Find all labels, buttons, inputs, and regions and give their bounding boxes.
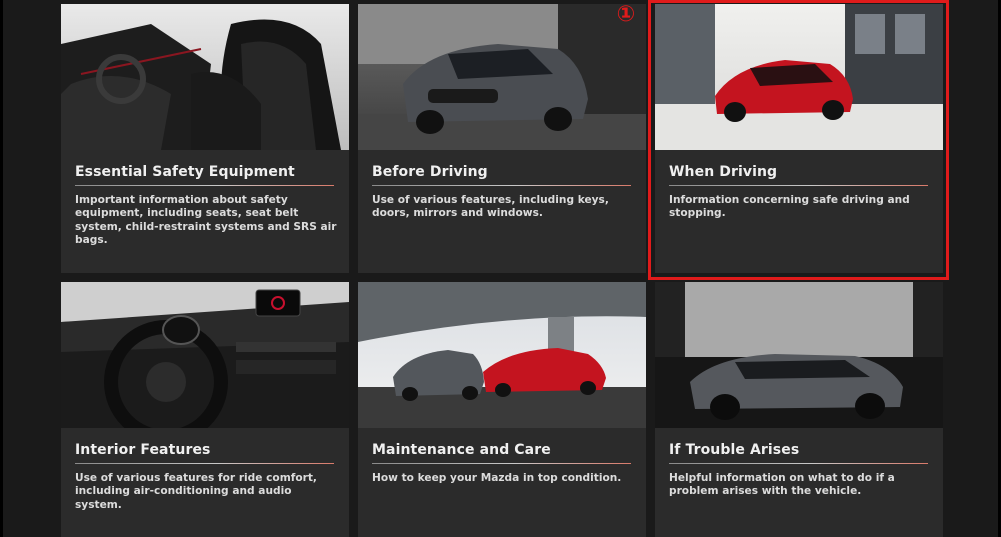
card-interior-features[interactable]: Interior Features Use of various feature… [61, 282, 349, 537]
card-when-driving[interactable]: When Driving Information concerning safe… [655, 4, 943, 273]
title-divider [75, 463, 334, 464]
card-essential-safety-equipment[interactable]: Essential Safety Equipment Important inf… [61, 4, 349, 273]
title-divider [669, 463, 928, 464]
grey-car-front-photo [358, 4, 646, 150]
card-description: Important information about safety equip… [75, 194, 337, 246]
card-maintenance-and-care[interactable]: Maintenance and Care How to keep your Ma… [358, 282, 646, 537]
car-seats-interior-photo [61, 4, 349, 150]
dashboard-steering-wheel-photo [61, 282, 349, 428]
card-title: Maintenance and Care [372, 442, 551, 458]
grey-hatchback-side-photo [655, 282, 943, 428]
card-title: Essential Safety Equipment [75, 164, 295, 180]
title-divider [75, 185, 334, 186]
card-title: When Driving [669, 164, 778, 180]
card-description: Use of various features, including keys,… [372, 194, 609, 220]
grey-and-red-cars-photo [358, 282, 646, 428]
title-divider [669, 185, 928, 186]
card-description: How to keep your Mazda in top condition. [372, 472, 622, 484]
card-description: Helpful information on what to do if a p… [669, 472, 895, 498]
title-divider [372, 463, 631, 464]
card-if-trouble-arises[interactable]: If Trouble Arises Helpful information on… [655, 282, 943, 537]
card-title: Interior Features [75, 442, 211, 458]
red-car-street-photo [655, 4, 943, 150]
card-description: Information concerning safe driving and … [669, 194, 910, 220]
annotation-marker: ① [616, 2, 636, 27]
card-before-driving[interactable]: Before Driving Use of various features, … [358, 4, 646, 273]
card-title: If Trouble Arises [669, 442, 800, 458]
card-description: Use of various features for ride comfort… [75, 472, 317, 511]
card-title: Before Driving [372, 164, 488, 180]
frame-left-edge [0, 0, 3, 537]
title-divider [372, 185, 631, 186]
